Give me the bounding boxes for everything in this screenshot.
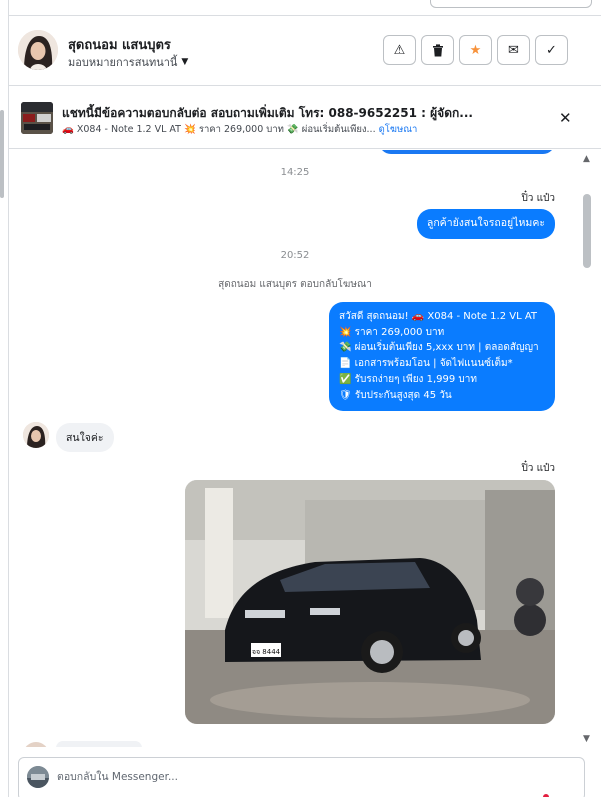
- ad-thumbnail: [21, 102, 53, 134]
- envelope-icon: ✉: [508, 42, 519, 58]
- outgoing-bubble-partial: [379, 150, 555, 154]
- trash-icon: [432, 43, 443, 56]
- caret-down-icon: ▼: [181, 57, 189, 67]
- promo-line: 💸 ผ่อนเริ่มต้นเพียง 5,xxx บาท | ตลอดสัญญ…: [339, 342, 539, 354]
- conversation-header: สุดถนอม แสนบุตร มอบหมายการสนทนานี้ ▼ ⚠ ★…: [9, 16, 601, 86]
- license-plate: จจ 8444: [252, 648, 281, 656]
- left-scrollbar-thumb[interactable]: [0, 110, 4, 198]
- assign-conversation-dropdown[interactable]: มอบหมายการสนทนานี้ ▼: [68, 53, 188, 71]
- reply-input[interactable]: [57, 767, 537, 787]
- view-ad-link[interactable]: ดูโฆษณา: [379, 124, 418, 135]
- page-avatar: [27, 766, 49, 788]
- timestamp: 20:52: [280, 250, 310, 261]
- star-button[interactable]: ★: [459, 35, 492, 65]
- contact-avatar[interactable]: [18, 30, 58, 70]
- message-composer: [18, 757, 585, 797]
- close-icon[interactable]: ✕: [559, 109, 572, 127]
- sender-name: ปิ๋ว แป๋ว: [521, 193, 555, 204]
- top-strip: [9, 0, 601, 16]
- message-thread[interactable]: 14:25 ปิ๋ว แป๋ว ลูกค้ายังสนใจรถอยู่ไหมคะ…: [9, 150, 581, 747]
- timestamp: 14:25: [280, 167, 310, 178]
- thread-scrollbar[interactable]: ▲ ▼: [581, 150, 595, 747]
- ad-context-banner[interactable]: แชทนี้มีข้อความตอบกลับต่อ สอบถามเพิ่มเติ…: [9, 87, 601, 149]
- outgoing-promo-message: สวัสดี สุดถนอม! 🚗 X084 - Note 1.2 VL AT …: [329, 302, 555, 412]
- promo-line: สวัสดี สุดถนอม! 🚗 X084 - Note 1.2 VL AT: [339, 311, 537, 322]
- contact-avatar-small: [23, 742, 49, 747]
- promo-line: 📄 เอกสารพร้อมโอน | จัดไฟแนนซ์เต็ม*: [339, 358, 513, 370]
- delete-button[interactable]: [421, 35, 454, 65]
- ad-subtitle: 🚗 X084 - Note 1.2 VL AT 💥 ราคา 269,000 บ…: [62, 122, 417, 137]
- outgoing-message: ลูกค้ายังสนใจรถอยู่ไหมคะ: [416, 209, 555, 239]
- check-icon: ✓: [546, 42, 557, 58]
- sender-name: ปิ๋ว แป๋ว: [521, 463, 555, 474]
- promo-line: ✅ รับรถง่ายๆ เพียง 1,999 บาท: [339, 373, 477, 385]
- ad-subtitle-text: 🚗 X084 - Note 1.2 VL AT 💥 ราคา 269,000 บ…: [62, 124, 376, 135]
- assign-label: มอบหมายการสนทนานี้: [68, 56, 178, 69]
- contact-avatar-small: [23, 422, 49, 448]
- ad-title: แชทนี้มีข้อความตอบกลับต่อ สอบถามเพิ่มเติ…: [62, 106, 473, 120]
- mark-done-button[interactable]: ✓: [535, 35, 568, 65]
- promo-line: 💥 ราคา 269,000 บาท: [339, 326, 445, 338]
- star-icon: ★: [469, 42, 482, 58]
- car-photo-attachment[interactable]: จจ 8444: [185, 480, 555, 724]
- incoming-message: สนใจค่ะ: [56, 423, 114, 452]
- top-search-pill[interactable]: [430, 0, 592, 8]
- scroll-up-icon[interactable]: ▲: [583, 154, 590, 164]
- ad-reply-note: สุดถนอม แสนบุตร ตอบกลับโฆษณา: [218, 279, 372, 290]
- scroll-down-icon[interactable]: ▼: [583, 734, 590, 744]
- mark-unread-button[interactable]: ✉: [497, 35, 530, 65]
- warning-icon: ⚠: [393, 42, 406, 58]
- incoming-message-partial: [56, 741, 142, 747]
- header-actions: ⚠ ★ ✉ ✓: [383, 35, 568, 65]
- promo-line: 🛡 รับประกันสูงสุด 45 วัน: [339, 389, 452, 401]
- contact-name: สุดถนอม แสนบุตร: [68, 38, 171, 53]
- report-button[interactable]: ⚠: [383, 35, 416, 65]
- scrollbar-thumb[interactable]: [583, 194, 591, 268]
